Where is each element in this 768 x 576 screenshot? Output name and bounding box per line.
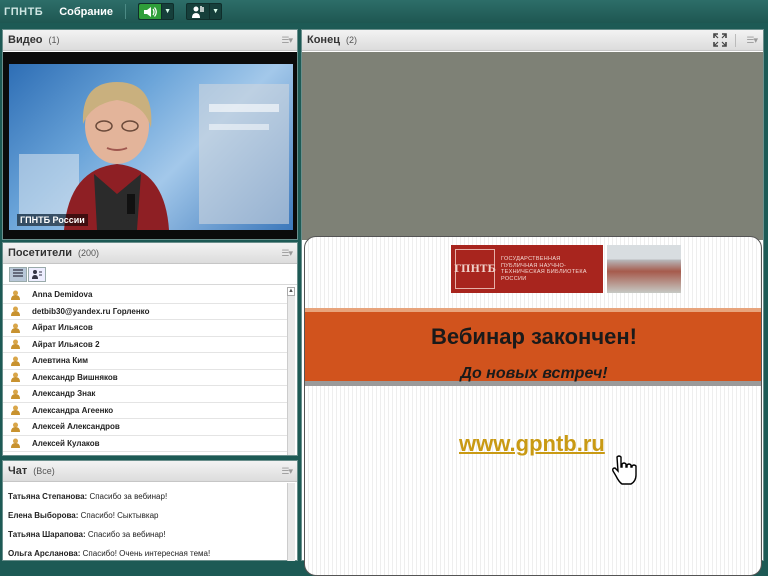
user-icon (11, 422, 20, 432)
fullscreen-icon[interactable] (713, 33, 728, 47)
attendee-row[interactable]: Александр Вишняков (3, 370, 288, 386)
chat-message: Ольга Арсланова: Спасибо! Очень интересн… (8, 549, 284, 558)
attendees-scrollbar[interactable] (287, 287, 295, 455)
video-stream: ГПНТБ России (9, 64, 293, 230)
attendee-name: Александр Вишняков (32, 372, 118, 382)
pod-options-icon[interactable]: ☰▾ (281, 248, 293, 259)
video-pod-header: Видео (1) ☰▾ (3, 30, 297, 51)
attendee-row[interactable]: detbib30@yandex.ru Горленко (3, 304, 288, 320)
attendee-row[interactable]: Александр Знак (3, 386, 288, 403)
video-person-image (19, 82, 289, 230)
stage-background (302, 52, 763, 240)
share-pod: Конец (2) ☰▾ ГПНТБ ГОСУДАРСТВЕННАЯ ПУБЛИ… (301, 29, 764, 576)
user-icon (11, 306, 20, 317)
hand-pointer-icon (612, 455, 637, 485)
attendee-row[interactable]: Айрат Ильясов (3, 320, 288, 337)
speaker-dropdown[interactable]: ▼ (161, 4, 173, 19)
user-icon (11, 389, 20, 399)
attendees-view-toolbar (3, 264, 297, 285)
user-icon (11, 290, 20, 300)
video-pod-title: Видео (8, 34, 43, 46)
attendee-name: Александра Агеенко (32, 405, 114, 415)
attendee-row[interactable]: Алевтина Ким (3, 353, 288, 370)
video-area: ГПНТБ России (3, 52, 297, 239)
toolbar-divider (125, 4, 127, 19)
attendees-pod-title: Посетители (8, 247, 72, 259)
attendee-name: Алевтина Ким (32, 356, 89, 366)
presentation-slide: ГПНТБ ГОСУДАРСТВЕННАЯ ПУБЛИЧНАЯ НАУЧНО-Т… (304, 236, 762, 576)
chat-message: Татьяна Степанова: Спасибо за вебинар! (8, 492, 284, 501)
status-dropdown[interactable]: ▼ (209, 4, 221, 19)
chat-author: Татьяна Шарапова: (8, 530, 86, 539)
speaker-button[interactable]: ▼ (138, 3, 175, 20)
user-icon (11, 356, 20, 366)
building-photo (607, 245, 681, 293)
scroll-up-arrow-icon[interactable]: ▲ (287, 287, 295, 296)
attendee-row[interactable]: Anna Demidova (3, 287, 288, 304)
attendees-pod: Посетители (200) ☰▾ Anna Demidova detbib… (2, 242, 298, 456)
chat-pod: Чат (Все) ☰▾ Татьяна Степанова: Спасибо … (2, 460, 298, 561)
attendees-pod-header: Посетители (200) ☰▾ (3, 243, 297, 264)
video-pod: Видео (1) ☰▾ ГПНТБ России (2, 29, 298, 240)
chat-scrollbar[interactable] (287, 483, 295, 561)
chat-text: Спасибо за вебинар! (85, 530, 166, 539)
pod-options-icon[interactable]: ☰▾ (281, 466, 293, 477)
pod-options-icon[interactable]: ☰▾ (746, 35, 758, 46)
slide-headline: Вебинар закончен! (431, 324, 637, 349)
share-pod-header: Конец (2) ☰▾ (302, 30, 763, 51)
chat-pod-header: Чат (Все) ☰▾ (3, 461, 297, 482)
attendee-name: Anna Demidova (32, 290, 93, 300)
logo-text: ГОСУДАРСТВЕННАЯ ПУБЛИЧНАЯ НАУЧНО-ТЕХНИЧЕ… (501, 256, 587, 282)
toolbar-divider (735, 33, 737, 47)
chat-author: Ольга Арсланова: (8, 549, 81, 558)
attendee-row[interactable]: Алексей Александров (3, 419, 288, 436)
pod-options-icon[interactable]: ☰▾ (281, 35, 293, 46)
attendee-name: Алексей Александров (32, 422, 120, 432)
slide-banner: Вебинар закончен! До новых встреч! (305, 308, 761, 386)
status-button[interactable]: ▼ (186, 3, 223, 20)
top-menu-bar: ГПНТБ Собрание ▼ ▼ (0, 0, 768, 23)
attendee-row[interactable]: Алексей Кулаков (3, 436, 288, 452)
chat-text: Спасибо за вебинар! (87, 492, 168, 501)
slide-url-link[interactable]: www.gpntb.ru (459, 431, 605, 457)
chat-message: Татьяна Шарапова: Спасибо за вебинар! (8, 530, 284, 539)
attendee-name: Айрат Ильясов 2 (32, 339, 100, 349)
attendees-count: (200) (77, 248, 99, 258)
logo-mark: ГПНТБ (454, 249, 496, 289)
share-pod-title: Конец (307, 34, 340, 46)
meeting-menu[interactable]: Собрание (59, 6, 113, 18)
library-logo: ГПНТБ ГОСУДАРСТВЕННАЯ ПУБЛИЧНАЯ НАУЧНО-Т… (451, 245, 603, 293)
chat-messages: Татьяна Степанова: Спасибо за вебинар! Е… (3, 483, 289, 561)
list-view-icon[interactable] (9, 266, 27, 282)
chat-message: Елена Выборова: Спасибо! Сыктывкар (8, 511, 284, 520)
role-view-icon[interactable] (28, 266, 46, 282)
user-icon (11, 323, 20, 333)
attendee-name: Александр Знак (32, 389, 96, 399)
chat-text: Спасибо! Очень интересная тема! (80, 549, 211, 558)
app-logo: ГПНТБ (4, 5, 44, 18)
attendee-name: detbib30@yandex.ru Горленко (32, 306, 150, 316)
attendee-row[interactable]: Александра Агеенко (3, 403, 288, 419)
video-caption: ГПНТБ России (17, 214, 88, 226)
attendee-name: Айрат Ильясов (32, 323, 93, 333)
share-stage: ГПНТБ ГОСУДАРСТВЕННАЯ ПУБЛИЧНАЯ НАУЧНО-Т… (302, 52, 763, 576)
chat-text: Спасибо! Сыктывкар (78, 511, 159, 520)
user-icon (11, 438, 20, 449)
chat-author: Елена Выборова: (8, 511, 79, 520)
chat-scope: (Все) (33, 466, 55, 476)
raise-hand-icon (187, 4, 209, 19)
chat-pod-title: Чат (8, 465, 28, 477)
video-pod-count: (1) (48, 35, 60, 45)
share-pod-count: (2) (345, 35, 357, 45)
chat-author: Татьяна Степанова: (8, 492, 88, 501)
user-icon (11, 405, 20, 416)
slide-subline: До новых встреч! (460, 365, 608, 382)
user-icon (11, 372, 20, 383)
attendee-name: Алексей Кулаков (32, 438, 100, 448)
speaker-icon (139, 4, 162, 19)
share-tools: ☰▾ (713, 33, 758, 47)
attendees-list: Anna Demidova detbib30@yandex.ru Горленк… (3, 287, 288, 455)
attendee-row[interactable]: Айрат Ильясов 2 (3, 337, 288, 353)
user-icon (11, 339, 20, 350)
